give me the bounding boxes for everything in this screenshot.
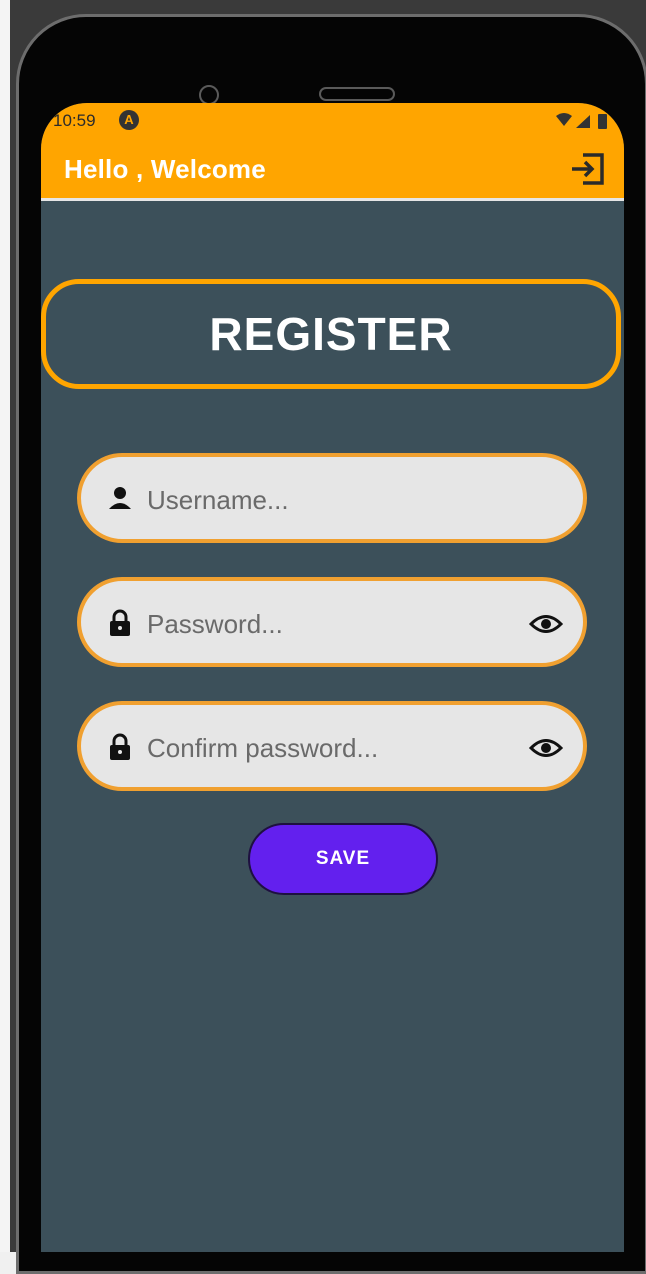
status-time: 10:59 [53, 111, 96, 130]
lock-icon [107, 733, 133, 761]
confirm-password-field[interactable] [77, 701, 587, 791]
android-system-icon: A [119, 110, 139, 130]
app-bar: Hello , Welcome [41, 139, 624, 201]
status-icons [554, 112, 614, 135]
app-screen: 10:59 A Hello , Welcome REGISTER Usernam… [41, 103, 624, 1252]
password-input[interactable] [145, 601, 509, 647]
person-icon [107, 485, 133, 513]
password-field[interactable] [77, 577, 587, 667]
wifi-signal-battery-icon [556, 113, 607, 129]
save-button[interactable]: SAVE [248, 823, 438, 895]
eye-icon[interactable] [528, 611, 564, 637]
register-title: REGISTER [209, 308, 453, 360]
confirm-password-input[interactable] [145, 725, 509, 771]
eye-icon[interactable] [528, 735, 564, 761]
register-header: REGISTER [41, 279, 621, 389]
status-bar: 10:59 A [41, 103, 624, 139]
camera-icon [199, 85, 219, 105]
username-input[interactable] [145, 477, 509, 523]
app-title: Hello , Welcome [64, 154, 266, 184]
logout-icon[interactable] [568, 149, 608, 189]
username-field[interactable] [77, 453, 587, 543]
speaker-grille [319, 87, 395, 101]
lock-icon [107, 609, 133, 637]
